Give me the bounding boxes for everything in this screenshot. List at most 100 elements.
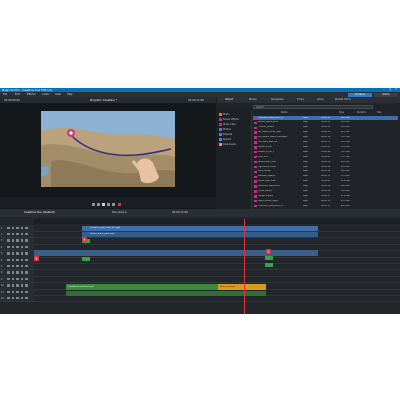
track-header[interactable]: 5 <box>0 250 34 257</box>
solo-icon[interactable] <box>11 252 14 255</box>
list-item[interactable]: Street_food_stall mp4 00:00:09 35.4 MB <box>253 180 398 184</box>
solo-icon[interactable] <box>11 290 14 293</box>
menu-audio[interactable]: Audio <box>42 93 49 96</box>
video-preview[interactable] <box>41 111 175 187</box>
track-header[interactable]: 10 <box>0 282 34 289</box>
fx-icon[interactable] <box>25 239 28 242</box>
eye-icon[interactable] <box>20 284 23 287</box>
fx-icon[interactable] <box>25 290 28 293</box>
solo-icon[interactable] <box>11 271 14 274</box>
fx-clip[interactable] <box>82 257 90 261</box>
timeline-ruler[interactable] <box>34 219 400 224</box>
lock-icon[interactable] <box>16 245 19 249</box>
video-clip-3[interactable] <box>34 250 318 256</box>
step-forward-icon[interactable] <box>107 203 110 206</box>
list-item[interactable]: Harbor_drone_pass mp4 00:00:09 36.0 MB <box>253 121 398 125</box>
track-header[interactable]: 7 <box>0 263 34 270</box>
solo-icon[interactable] <box>11 239 14 242</box>
fx-icon[interactable] <box>25 296 28 300</box>
tab-import[interactable]: Import <box>225 98 233 101</box>
folder-downloads[interactable]: Downloads <box>219 143 236 147</box>
mute-icon[interactable] <box>7 258 10 261</box>
list-item[interactable]: Market_b_roll mp4 00:00:07 29.6 MB <box>253 145 398 149</box>
folder-music[interactable]: Music <box>219 113 230 117</box>
lock-icon[interactable] <box>16 252 19 255</box>
produce-button[interactable]: Produce <box>348 92 372 97</box>
fx-clip[interactable] <box>265 256 273 260</box>
menu-effects[interactable]: Effects <box>27 93 36 96</box>
play-icon[interactable] <box>102 203 105 206</box>
search-input[interactable]: Search <box>253 105 373 109</box>
tab-fonts[interactable]: Fonts <box>297 98 304 101</box>
tab-templates[interactable]: Templates <box>271 98 284 101</box>
fx-icon[interactable] <box>25 277 28 281</box>
lock-icon[interactable] <box>16 264 19 268</box>
fx-icon[interactable] <box>25 264 28 268</box>
eye-icon[interactable] <box>20 239 23 242</box>
fx-icon[interactable] <box>25 284 28 287</box>
lock-icon[interactable] <box>16 277 19 281</box>
list-item[interactable]: Lighthouse_close mp4 00:00:08 33.8 MB <box>253 165 398 169</box>
eye-icon[interactable] <box>20 258 23 261</box>
eye-icon[interactable] <box>20 232 23 236</box>
menu-file[interactable]: File <box>3 93 7 96</box>
fx-icon[interactable] <box>25 252 28 255</box>
track-header[interactable]: 12 <box>0 295 34 302</box>
solo-icon[interactable] <box>11 232 14 236</box>
eye-icon[interactable] <box>20 290 23 293</box>
lock-icon[interactable] <box>16 296 19 300</box>
record-icon[interactable] <box>118 203 121 206</box>
lock-icon[interactable] <box>16 290 19 293</box>
list-item[interactable]: Mountain_road_drive mp4 00:00:16 64.0 MB <box>253 185 398 189</box>
list-item[interactable]: Sailboat_regatta mp4 00:00:13 52.0 MB <box>253 175 398 179</box>
playhead[interactable] <box>244 219 245 314</box>
list-item[interactable]: Village_square mp4 00:00:12 47.8 MB <box>253 194 398 198</box>
list-item[interactable]: Coastline_map_route_02 mp4 00:00:12 48.0 MB <box>253 204 398 208</box>
list-item[interactable]: Cliffside_sunset mp4 00:00:15 61.4 MB <box>253 126 398 130</box>
folder-photos[interactable]: Photos <box>219 128 231 132</box>
list-item[interactable]: Outro_credits mp4 00:00:06 14.3 MB <box>253 190 398 194</box>
tab-store[interactable]: Store <box>317 98 324 101</box>
list-item[interactable]: Market_b_roll_2 mp4 00:00:06 25.1 MB <box>253 150 398 154</box>
fx-icon[interactable] <box>25 271 28 274</box>
skip-forward-icon[interactable] <box>112 203 115 206</box>
track-header[interactable]: 3 <box>0 237 34 244</box>
audio-clip[interactable]: Soundtrack_ambient.mp3 <box>66 284 218 290</box>
list-item[interactable]: Ferry_arrival mp4 00:00:14 56.5 MB <box>253 170 398 174</box>
skip-back-icon[interactable] <box>92 203 95 206</box>
mute-icon[interactable] <box>7 264 10 268</box>
audio-clip-3[interactable] <box>66 291 266 296</box>
audio-clip-2[interactable]: Voice_over.wav <box>218 284 266 290</box>
eye-icon[interactable] <box>20 226 23 229</box>
track-header[interactable]: 11 <box>0 289 34 295</box>
list-item[interactable]: HD_Island_aerial_loop mp4 00:00:20 82.9 MB <box>253 131 398 135</box>
menu-view[interactable]: View <box>55 93 61 96</box>
mute-icon[interactable] <box>7 245 10 249</box>
mute-icon[interactable] <box>7 239 10 242</box>
marker-icon[interactable]: ▲ <box>82 237 87 242</box>
fx-clip[interactable] <box>265 263 273 267</box>
track-header[interactable]: 6 <box>0 257 34 263</box>
tab-media[interactable]: Media <box>249 98 257 101</box>
marker-icon[interactable]: ▲ <box>266 249 271 254</box>
list-item[interactable]: Night_harbor_lights mp4 00:00:10 41.2 MB <box>253 199 398 203</box>
video-clip[interactable]: Coastline_map_route_01.mp4 <box>82 226 318 231</box>
eye-icon[interactable] <box>20 252 23 255</box>
track-header[interactable]: 8 <box>0 269 34 276</box>
eye-icon[interactable] <box>20 271 23 274</box>
column-name[interactable]: Name <box>281 111 287 115</box>
mute-icon[interactable] <box>7 284 10 287</box>
tab-magix-stock[interactable]: MAGIX Stock <box>335 98 351 101</box>
tab-storyboard[interactable]: Storyboard <box>112 211 126 214</box>
fx-icon[interactable] <box>25 258 28 261</box>
mute-icon[interactable] <box>7 290 10 293</box>
solo-icon[interactable] <box>11 226 14 229</box>
solo-icon[interactable] <box>11 284 14 287</box>
mute-icon[interactable] <box>7 226 10 229</box>
eye-icon[interactable] <box>20 277 23 281</box>
track-header[interactable]: 1 <box>0 225 34 231</box>
folder-projects[interactable]: Projects <box>219 133 232 137</box>
menu-help[interactable]: Help <box>67 93 73 96</box>
solo-icon[interactable] <box>11 264 14 268</box>
lock-icon[interactable] <box>16 239 19 242</box>
